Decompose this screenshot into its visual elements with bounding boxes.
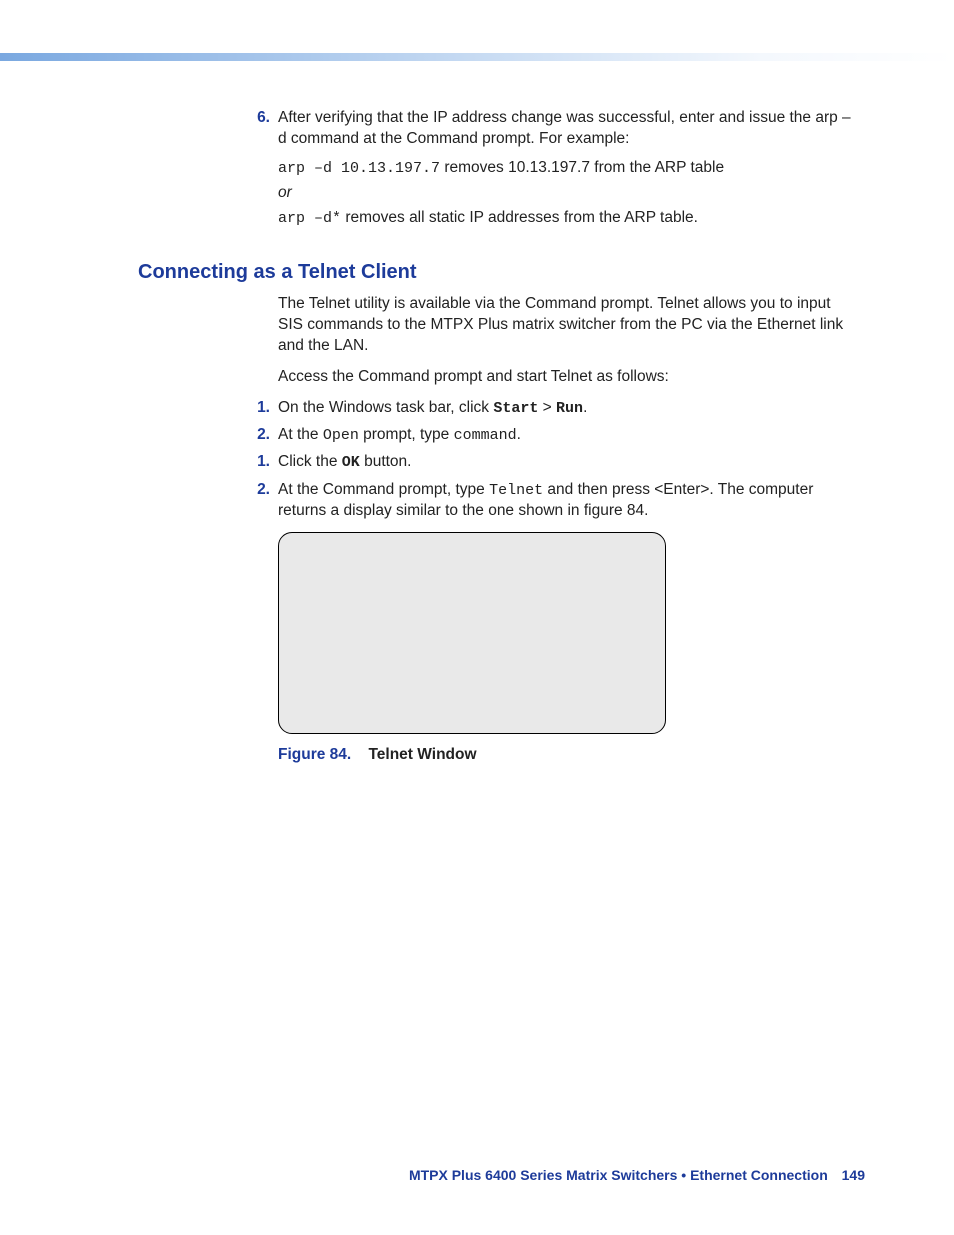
- step-number: 2.: [246, 480, 270, 522]
- telnet-label: Telnet: [489, 482, 543, 499]
- page-number: 149: [842, 1167, 865, 1183]
- step-number: 1.: [246, 452, 270, 473]
- figure-title: Telnet Window: [368, 746, 476, 763]
- open-label: Open: [323, 427, 359, 444]
- page-content: 6. After verifying that the IP address c…: [138, 108, 858, 764]
- step-number: 1.: [246, 398, 270, 419]
- or-text: or: [278, 183, 858, 204]
- header-gradient-bar: [0, 53, 954, 61]
- text: At the Command prompt, type: [278, 481, 489, 498]
- figure-label: Figure 84.: [278, 746, 351, 763]
- ok-label: OK: [342, 454, 360, 471]
- step-number: 6.: [246, 108, 270, 233]
- code-arp-d-star: arp –d*: [278, 210, 341, 227]
- example-2-tail: removes all static IP addresses from the…: [341, 209, 698, 226]
- intro-paragraph-1: The Telnet utility is available via the …: [278, 294, 858, 357]
- figure-caption: Figure 84. Telnet Window: [278, 746, 858, 764]
- example-2: arp –d* removes all static IP addresses …: [278, 208, 858, 229]
- step-body: At the Open prompt, type command.: [278, 425, 858, 446]
- step-body: Click the OK button.: [278, 452, 858, 473]
- text: At the: [278, 426, 323, 443]
- intro-paragraph-2: Access the Command prompt and start Teln…: [278, 367, 858, 388]
- code-arp-d-ip: arp –d 10.13.197.7: [278, 160, 440, 177]
- start-label: Start: [493, 400, 538, 417]
- step-number: 2.: [246, 425, 270, 446]
- step-body: On the Windows task bar, click Start > R…: [278, 398, 858, 419]
- post: button.: [360, 453, 412, 470]
- run-label: Run: [556, 400, 583, 417]
- example-1-tail: removes 10.13.197.7 from the ARP table: [440, 159, 724, 176]
- period: .: [583, 399, 587, 416]
- telnet-step-1: 1. On the Windows task bar, click Start …: [246, 398, 858, 419]
- footer-text: MTPX Plus 6400 Series Matrix Switchers •…: [409, 1167, 828, 1183]
- step-body: After verifying that the IP address chan…: [278, 108, 858, 233]
- telnet-step-4: 2. At the Command prompt, type Telnet an…: [246, 480, 858, 522]
- page-footer: MTPX Plus 6400 Series Matrix Switchers •…: [409, 1167, 865, 1183]
- step-text: After verifying that the IP address chan…: [278, 109, 851, 147]
- mid: prompt, type: [359, 426, 454, 443]
- step-body: At the Command prompt, type Telnet and t…: [278, 480, 858, 522]
- example-1: arp –d 10.13.197.7 removes 10.13.197.7 f…: [278, 158, 858, 179]
- command-label: command: [454, 427, 517, 444]
- text: Click the: [278, 453, 342, 470]
- section-heading-telnet: Connecting as a Telnet Client: [138, 261, 858, 284]
- step-6: 6. After verifying that the IP address c…: [246, 108, 858, 233]
- telnet-step-3: 1. Click the OK button.: [246, 452, 858, 473]
- period: .: [517, 426, 521, 443]
- figure-84-placeholder: [278, 532, 666, 734]
- telnet-step-2: 2. At the Open prompt, type command.: [246, 425, 858, 446]
- text: On the Windows task bar, click: [278, 399, 493, 416]
- gt: >: [538, 399, 556, 416]
